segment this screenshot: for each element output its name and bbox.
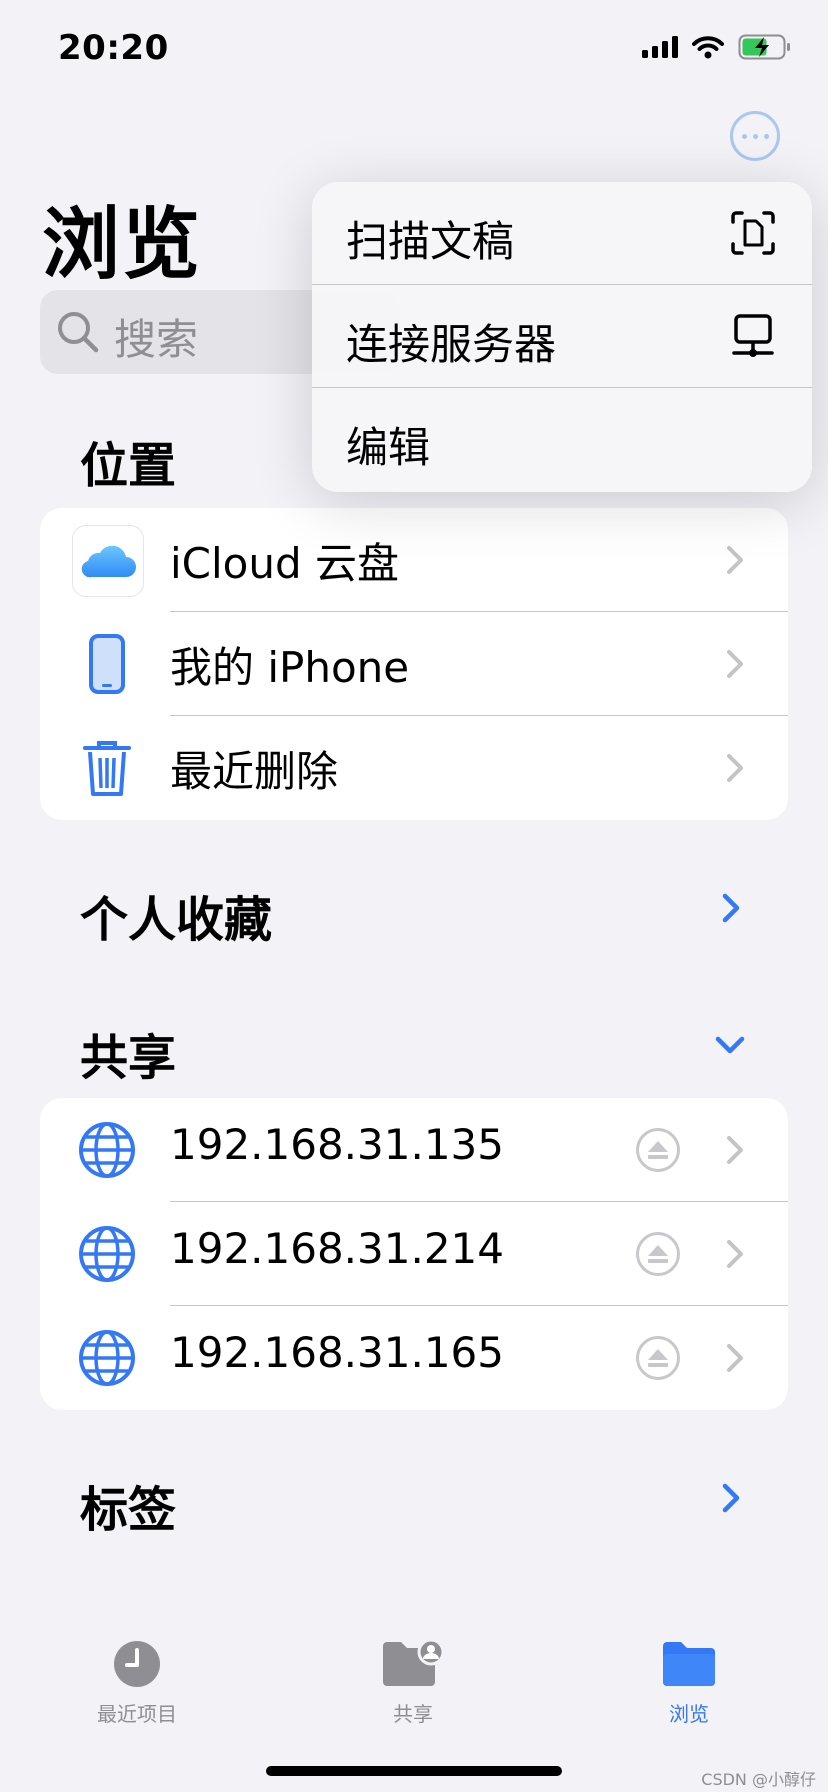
watermark: CSDN @小醇仔 bbox=[701, 1770, 816, 1789]
home-indicator[interactable] bbox=[266, 1766, 562, 1776]
tab-shared[interactable]: 共享 bbox=[313, 1638, 513, 1727]
eject-icon[interactable] bbox=[636, 1336, 680, 1380]
shared-servers-list: 192.168.31.135 192.168.31.214 192.168.31… bbox=[40, 1098, 788, 1410]
connect-server-icon bbox=[732, 314, 774, 357]
tab-label: 共享 bbox=[393, 1702, 433, 1726]
location-item-icloud[interactable]: iCloud 云盘 bbox=[40, 508, 788, 612]
section-title-tags[interactable]: 标签 bbox=[80, 1470, 176, 1540]
status-icons bbox=[642, 34, 792, 60]
chevron-right-icon bbox=[720, 748, 750, 788]
section-title-locations: 位置 bbox=[80, 438, 177, 494]
chevron-right-icon[interactable] bbox=[716, 888, 746, 928]
more-dot bbox=[763, 133, 769, 139]
more-options-menu: 扫描文稿 连接服务器 编辑 bbox=[312, 182, 812, 492]
cellular-signal-icon bbox=[642, 36, 678, 58]
more-options-button[interactable] bbox=[730, 111, 780, 161]
chevron-right-icon bbox=[720, 1338, 750, 1378]
trash-icon bbox=[72, 733, 142, 803]
location-label: 最近删除 bbox=[170, 747, 339, 796]
menu-item-label: 连接服务器 bbox=[346, 320, 557, 369]
wifi-icon bbox=[692, 36, 724, 59]
menu-item-scan-documents[interactable]: 扫描文稿 bbox=[312, 182, 812, 285]
tab-label: 浏览 bbox=[669, 1702, 709, 1726]
eject-icon[interactable] bbox=[636, 1128, 680, 1172]
chevron-down-icon[interactable] bbox=[710, 1030, 750, 1064]
status-time: 20:20 bbox=[58, 28, 169, 68]
server-item[interactable]: 192.168.31.135 bbox=[40, 1098, 788, 1202]
scan-document-icon bbox=[731, 211, 775, 255]
chevron-right-icon[interactable] bbox=[716, 1478, 746, 1518]
tab-label: 最近项目 bbox=[97, 1702, 177, 1726]
folder-icon bbox=[663, 1642, 715, 1686]
chevron-right-icon bbox=[720, 1130, 750, 1170]
globe-icon bbox=[72, 1323, 142, 1393]
battery-icon bbox=[738, 34, 790, 60]
more-dot bbox=[752, 133, 758, 139]
menu-item-label: 扫描文稿 bbox=[346, 217, 515, 266]
chevron-right-icon bbox=[720, 1234, 750, 1274]
icloud-icon bbox=[72, 525, 144, 597]
location-label: iCloud 云盘 bbox=[170, 539, 399, 588]
menu-item-edit[interactable]: 编辑 bbox=[312, 388, 812, 491]
globe-icon bbox=[72, 1219, 142, 1289]
server-address: 192.168.31.135 bbox=[170, 1120, 504, 1169]
chevron-right-icon bbox=[720, 644, 750, 684]
server-address: 192.168.31.214 bbox=[170, 1224, 504, 1273]
search-placeholder: 搜索 bbox=[114, 315, 199, 364]
locations-list: iCloud 云盘 我的 iPhone 最近删除 bbox=[40, 508, 788, 820]
location-label: 我的 iPhone bbox=[170, 643, 410, 692]
shared-folder-icon bbox=[383, 1638, 445, 1686]
menu-item-label: 编辑 bbox=[346, 423, 431, 472]
menu-item-connect-server[interactable]: 连接服务器 bbox=[312, 285, 812, 388]
globe-icon bbox=[72, 1115, 142, 1185]
server-item[interactable]: 192.168.31.214 bbox=[40, 1202, 788, 1306]
server-item[interactable]: 192.168.31.165 bbox=[40, 1306, 788, 1410]
tab-recents[interactable]: 最近项目 bbox=[37, 1640, 237, 1727]
more-dot bbox=[741, 133, 747, 139]
tab-browse[interactable]: 浏览 bbox=[589, 1640, 789, 1727]
section-title-favorites[interactable]: 个人收藏 bbox=[80, 880, 272, 950]
iphone-icon bbox=[72, 629, 142, 699]
location-item-recently-deleted[interactable]: 最近删除 bbox=[40, 716, 788, 820]
chevron-right-icon bbox=[720, 540, 750, 580]
section-title-shared[interactable]: 共享 bbox=[80, 1018, 176, 1088]
eject-icon[interactable] bbox=[636, 1232, 680, 1276]
location-item-iphone[interactable]: 我的 iPhone bbox=[40, 612, 788, 716]
server-address: 192.168.31.165 bbox=[170, 1328, 504, 1377]
page-title: 浏览 bbox=[42, 200, 203, 290]
clock-icon bbox=[114, 1641, 160, 1687]
search-icon bbox=[58, 312, 99, 353]
